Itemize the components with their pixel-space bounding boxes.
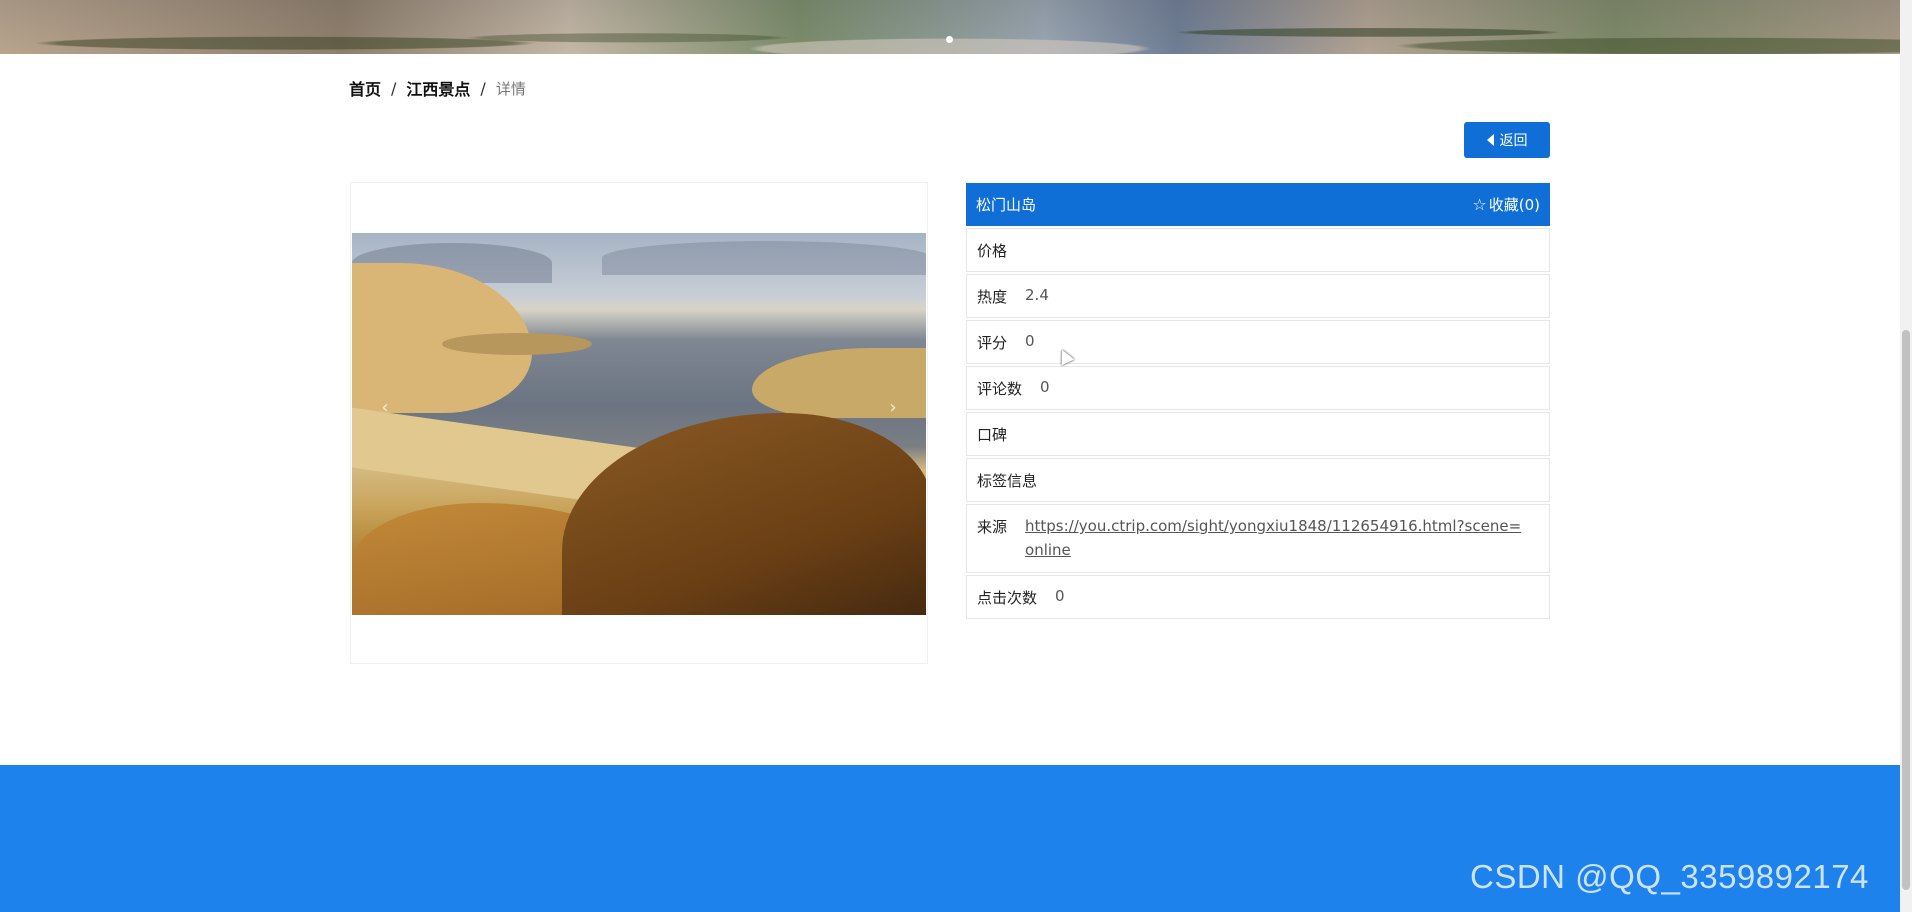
carousel-indicator-dot[interactable]	[946, 36, 953, 43]
watermark: CSDN @QQ_3359892174	[1470, 858, 1869, 895]
scrollbar-thumb[interactable]	[1902, 330, 1910, 890]
detail-row-tags: 标签信息	[966, 458, 1550, 502]
back-button-label: 返回	[1499, 132, 1528, 148]
detail-header: 松门山岛 ☆ 收藏(0)	[966, 183, 1550, 226]
detail-row-source: 来源 https://you.ctrip.com/sight/yongxiu18…	[966, 504, 1550, 573]
detail-row-price: 价格	[966, 228, 1550, 272]
favorite-button[interactable]: ☆ 收藏(0)	[1472, 194, 1540, 215]
source-link[interactable]: https://you.ctrip.com/sight/yongxiu1848/…	[1025, 514, 1525, 562]
detail-row-reputation: 口碑	[966, 412, 1550, 456]
star-outline-icon: ☆	[1472, 195, 1487, 214]
breadcrumb-home[interactable]: 首页	[349, 76, 381, 100]
favorite-label: 收藏(0)	[1488, 196, 1540, 214]
detail-row-rating: 评分 0	[966, 320, 1550, 364]
hero-banner	[0, 0, 1900, 54]
carousel-next-icon[interactable]: ›	[881, 395, 905, 419]
detail-label: 点击次数	[977, 589, 1038, 607]
breadcrumb-section[interactable]: 江西景点	[406, 76, 470, 100]
page-scrollbar[interactable]	[1900, 0, 1912, 912]
detail-label: 评分	[977, 334, 1008, 352]
caret-left-icon	[1486, 134, 1494, 146]
back-button[interactable]: 返回	[1464, 122, 1550, 158]
detail-row-clicks: 点击次数 0	[966, 575, 1550, 619]
detail-label: 热度	[977, 288, 1008, 306]
detail-label: 口碑	[977, 426, 1008, 444]
detail-label: 标签信息	[977, 472, 1038, 490]
detail-row-comments: 评论数 0	[966, 366, 1550, 410]
detail-label: 价格	[977, 242, 1008, 260]
breadcrumb: 首页 / 江西景点 / 详情	[349, 76, 526, 100]
detail-label: 来源	[977, 518, 1008, 536]
detail-value: 0	[1055, 587, 1065, 605]
detail-label: 评论数	[977, 380, 1023, 398]
breadcrumb-current: 详情	[495, 79, 526, 98]
detail-value: 0	[1040, 378, 1050, 396]
scenic-photo	[352, 233, 926, 615]
carousel-prev-icon[interactable]: ‹	[373, 395, 397, 419]
hero-landscape	[0, 0, 1900, 54]
image-carousel: ‹ ›	[350, 182, 928, 664]
detail-value: 2.4	[1025, 286, 1049, 304]
breadcrumb-separator: /	[391, 78, 397, 98]
detail-row-popularity: 热度 2.4	[966, 274, 1550, 318]
detail-value: 0	[1025, 332, 1035, 350]
detail-panel: 松门山岛 ☆ 收藏(0) 价格 热度 2.4 评分 0 评论数 0 口碑 标签信…	[966, 183, 1550, 619]
breadcrumb-separator: /	[480, 78, 486, 98]
attraction-title: 松门山岛	[976, 196, 1037, 214]
